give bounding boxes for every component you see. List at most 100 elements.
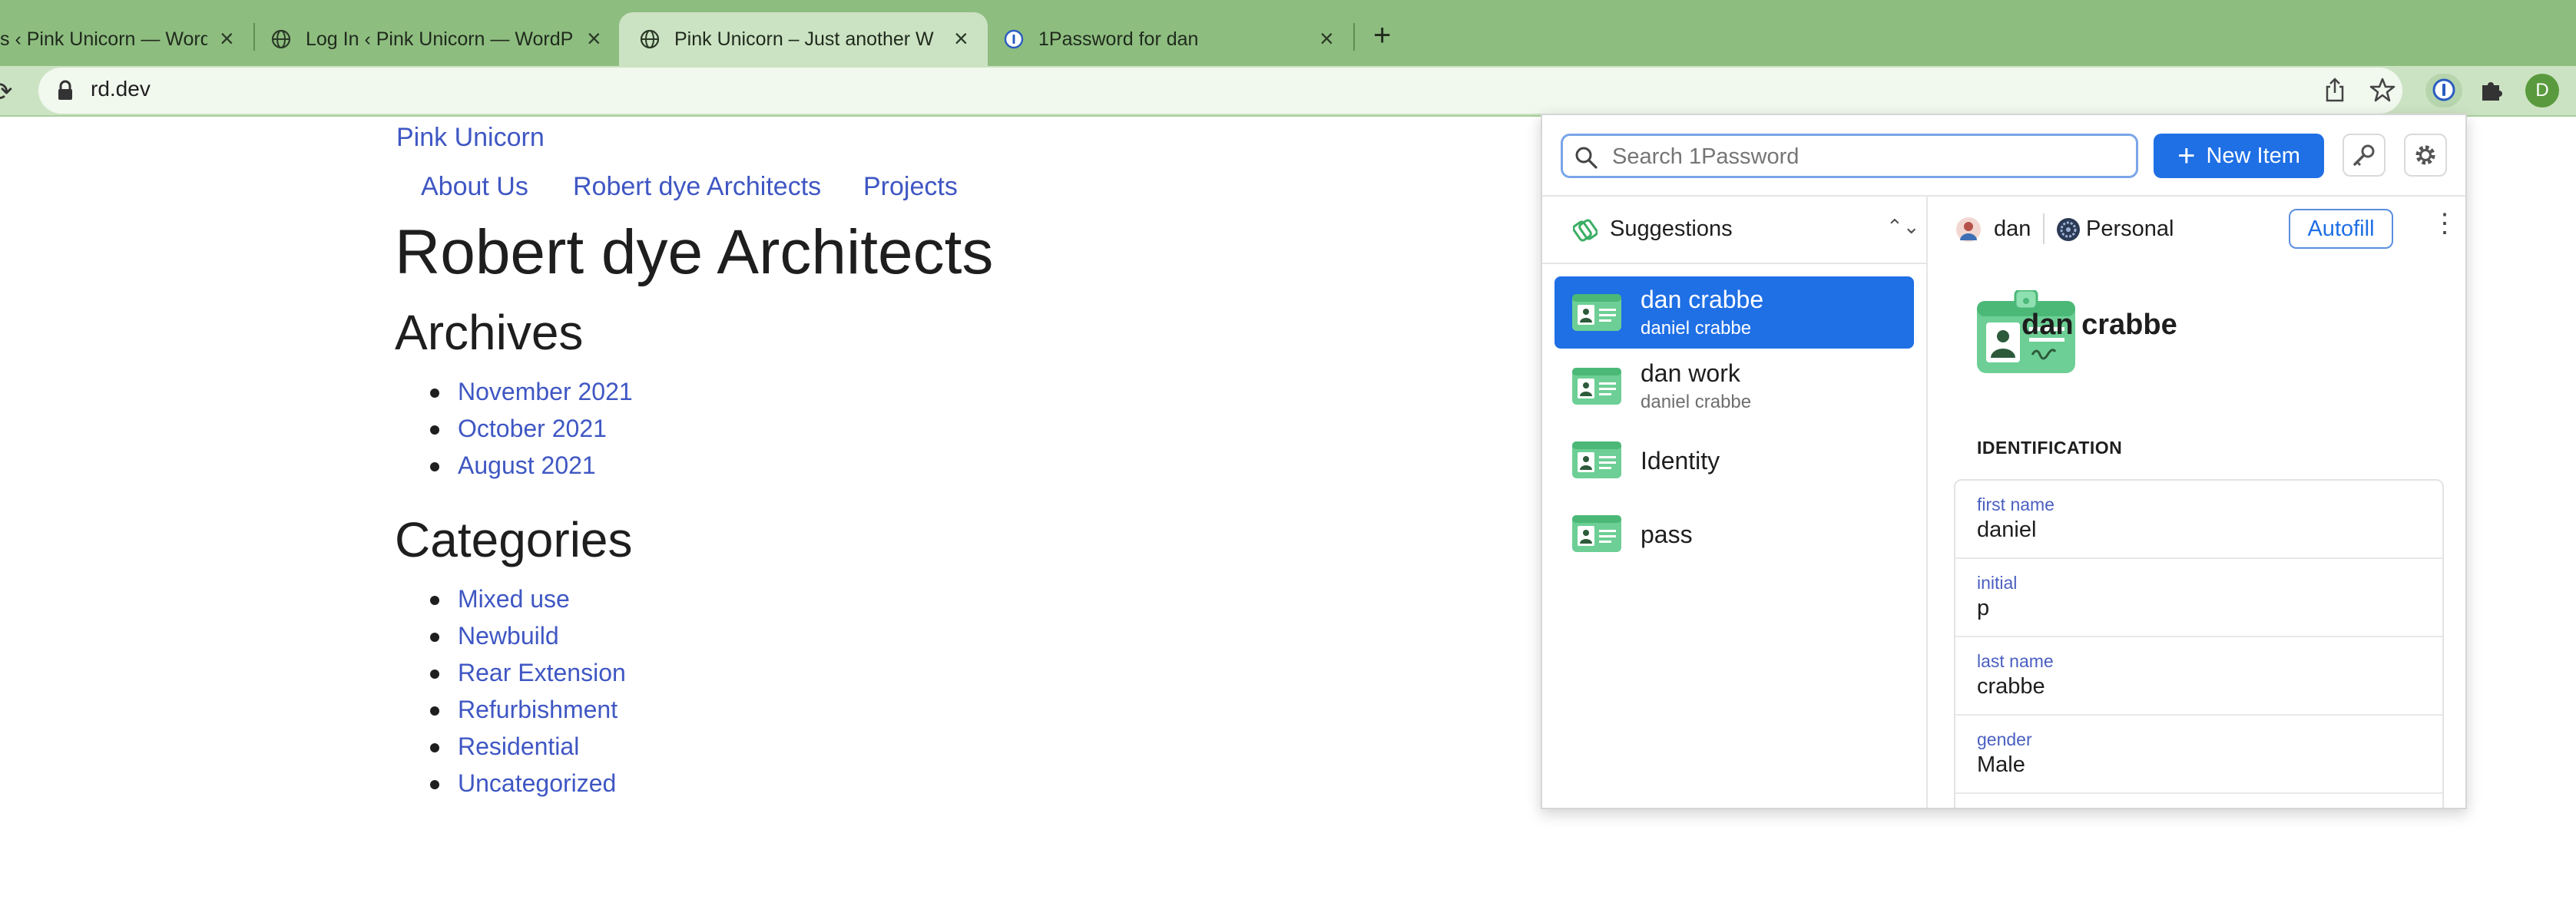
item-subtitle: daniel crabbe — [1641, 318, 1752, 339]
tab-divider — [253, 23, 255, 51]
profile-avatar[interactable]: D — [2525, 74, 2559, 107]
chevron-up-down-icon: ⌃⌄ — [1886, 215, 1920, 238]
field-value: Male — [1977, 752, 2025, 777]
key-icon — [2353, 144, 2375, 167]
item-title: dan crabbe — [1641, 286, 1764, 313]
list-item[interactable]: dan crabbe daniel crabbe — [1555, 276, 1914, 349]
tab-title: Pink Unicorn – Just another W — [674, 28, 934, 50]
category-link[interactable]: Uncategorized — [430, 769, 626, 806]
field-label: initial — [1977, 573, 2018, 593]
field-next[interactable] — [1955, 794, 2442, 808]
item-title: dan work — [1641, 359, 1740, 387]
category-link[interactable]: Mixed use — [430, 585, 626, 622]
close-tab-icon[interactable]: × — [1319, 26, 1334, 51]
close-tab-icon[interactable]: × — [220, 26, 234, 51]
field-initial[interactable]: initial p — [1955, 559, 2442, 637]
tab-pink-unicorn[interactable]: Pink Unicorn – Just another W × — [619, 12, 988, 66]
onepassword-icon — [1004, 29, 1024, 49]
tab-title: 1Password for dan — [1038, 28, 1199, 50]
identity-card-icon — [1572, 368, 1621, 405]
item-title: pass — [1641, 521, 1693, 548]
globe-icon — [640, 29, 660, 49]
field-value: crabbe — [1977, 674, 2045, 699]
field-last-name[interactable]: last name crabbe — [1955, 637, 2442, 716]
field-label: first name — [1977, 494, 2055, 514]
list-item[interactable]: pass — [1555, 498, 1914, 570]
field-label: gender — [1977, 729, 2032, 749]
archive-link[interactable]: August 2021 — [430, 451, 633, 488]
category-link[interactable]: Rear Extension — [430, 659, 626, 696]
url-text[interactable]: rd.dev — [91, 77, 151, 101]
settings-button[interactable] — [2404, 134, 2447, 177]
address-bar[interactable] — [38, 68, 2402, 114]
site-title-link[interactable]: Pink Unicorn — [396, 123, 545, 153]
suggestions-filter[interactable]: Suggestions ⌃⌄ — [1542, 197, 1926, 263]
archive-link[interactable]: October 2021 — [430, 415, 633, 451]
tab-login[interactable]: Log In ‹ Pink Unicorn — WordP × — [270, 12, 608, 66]
categories-heading: Categories — [395, 512, 633, 567]
item-title: Identity — [1641, 447, 1720, 474]
field-value: p — [1977, 596, 1990, 620]
close-tab-icon[interactable]: × — [587, 26, 601, 51]
onepassword-icon[interactable] — [2430, 76, 2458, 104]
search-field[interactable] — [1561, 134, 2138, 178]
section-title: IDENTIFICATION — [1977, 438, 2123, 458]
detail-header: dan Personal Autofill ⋮ — [1928, 197, 2465, 263]
field-value: daniel — [1977, 517, 2037, 542]
extensions-puzzle-icon[interactable] — [2478, 76, 2505, 104]
nav-link-projects[interactable]: Projects — [863, 172, 958, 202]
bookmark-star-icon[interactable] — [2369, 76, 2396, 104]
list-item[interactable]: Identity — [1555, 424, 1914, 496]
archives-list: November 2021 October 2021 August 2021 — [430, 378, 633, 488]
share-icon[interactable] — [2321, 76, 2349, 104]
password-generator-button[interactable] — [2343, 134, 2386, 177]
nav-link-about-us[interactable]: About Us — [421, 172, 528, 202]
new-item-label: New Item — [2206, 143, 2300, 168]
user-avatar-icon — [1956, 217, 1981, 242]
suggestions-icon — [1573, 219, 1598, 242]
account-name[interactable]: dan — [1994, 217, 2031, 242]
plus-icon: + — [2177, 139, 2196, 173]
identity-card-icon — [1572, 294, 1621, 331]
field-label: last name — [1977, 651, 2054, 671]
tab-title: s ‹ Pink Unicorn — Word — [0, 28, 207, 50]
tab-title: Log In ‹ Pink Unicorn — WordP — [306, 28, 574, 50]
new-tab-button[interactable]: + — [1373, 20, 1391, 51]
filter-label: Suggestions — [1610, 217, 1733, 241]
tab-posts[interactable]: s ‹ Pink Unicorn — Word × — [0, 12, 246, 66]
vault-icon — [2057, 218, 2080, 241]
globe-icon — [271, 29, 291, 49]
close-tab-icon[interactable]: × — [954, 26, 968, 51]
lock-icon[interactable] — [57, 80, 74, 101]
new-item-button[interactable]: + New Item — [2154, 134, 2324, 178]
archives-heading: Archives — [395, 305, 584, 360]
pane-divider — [1926, 197, 1928, 808]
nav-link-robert-dye-architects[interactable]: Robert dye Architects — [573, 172, 821, 202]
tab-1password[interactable]: 1Password for dan × — [1003, 12, 1349, 66]
filter-divider — [1542, 263, 1926, 264]
onepassword-popup: + New Item Suggestions ⌃⌄ dan crabbe dan… — [1541, 114, 2467, 809]
page-heading: Robert dye Architects — [395, 217, 994, 287]
account-divider — [2043, 213, 2045, 244]
tab-divider — [1353, 23, 1355, 51]
gear-icon — [2415, 145, 2435, 165]
categories-list: Mixed use Newbuild Rear Extension Refurb… — [430, 585, 626, 806]
search-input[interactable] — [1611, 142, 2121, 171]
list-item[interactable]: dan work daniel crabbe — [1555, 350, 1914, 422]
item-subtitle: daniel crabbe — [1641, 392, 1752, 412]
field-gender[interactable]: gender Male — [1955, 716, 2442, 794]
vault-name[interactable]: Personal — [2086, 217, 2174, 242]
autofill-button[interactable]: Autofill — [2289, 209, 2393, 249]
category-link[interactable]: Newbuild — [430, 622, 626, 659]
field-first-name[interactable]: first name daniel — [1955, 481, 2442, 559]
item-detail-title: dan crabbe — [2021, 309, 2177, 341]
identity-fields: first name daniel initial p last name cr… — [1954, 479, 2444, 808]
search-icon — [1575, 147, 1598, 169]
more-options-icon[interactable]: ⋮ — [2432, 210, 2458, 236]
archive-link[interactable]: November 2021 — [430, 378, 633, 415]
category-link[interactable]: Residential — [430, 732, 626, 769]
category-link[interactable]: Refurbishment — [430, 696, 626, 732]
identity-card-icon — [1572, 441, 1621, 478]
identity-card-icon — [1572, 515, 1621, 552]
reload-icon[interactable]: ⟳ — [0, 77, 13, 107]
